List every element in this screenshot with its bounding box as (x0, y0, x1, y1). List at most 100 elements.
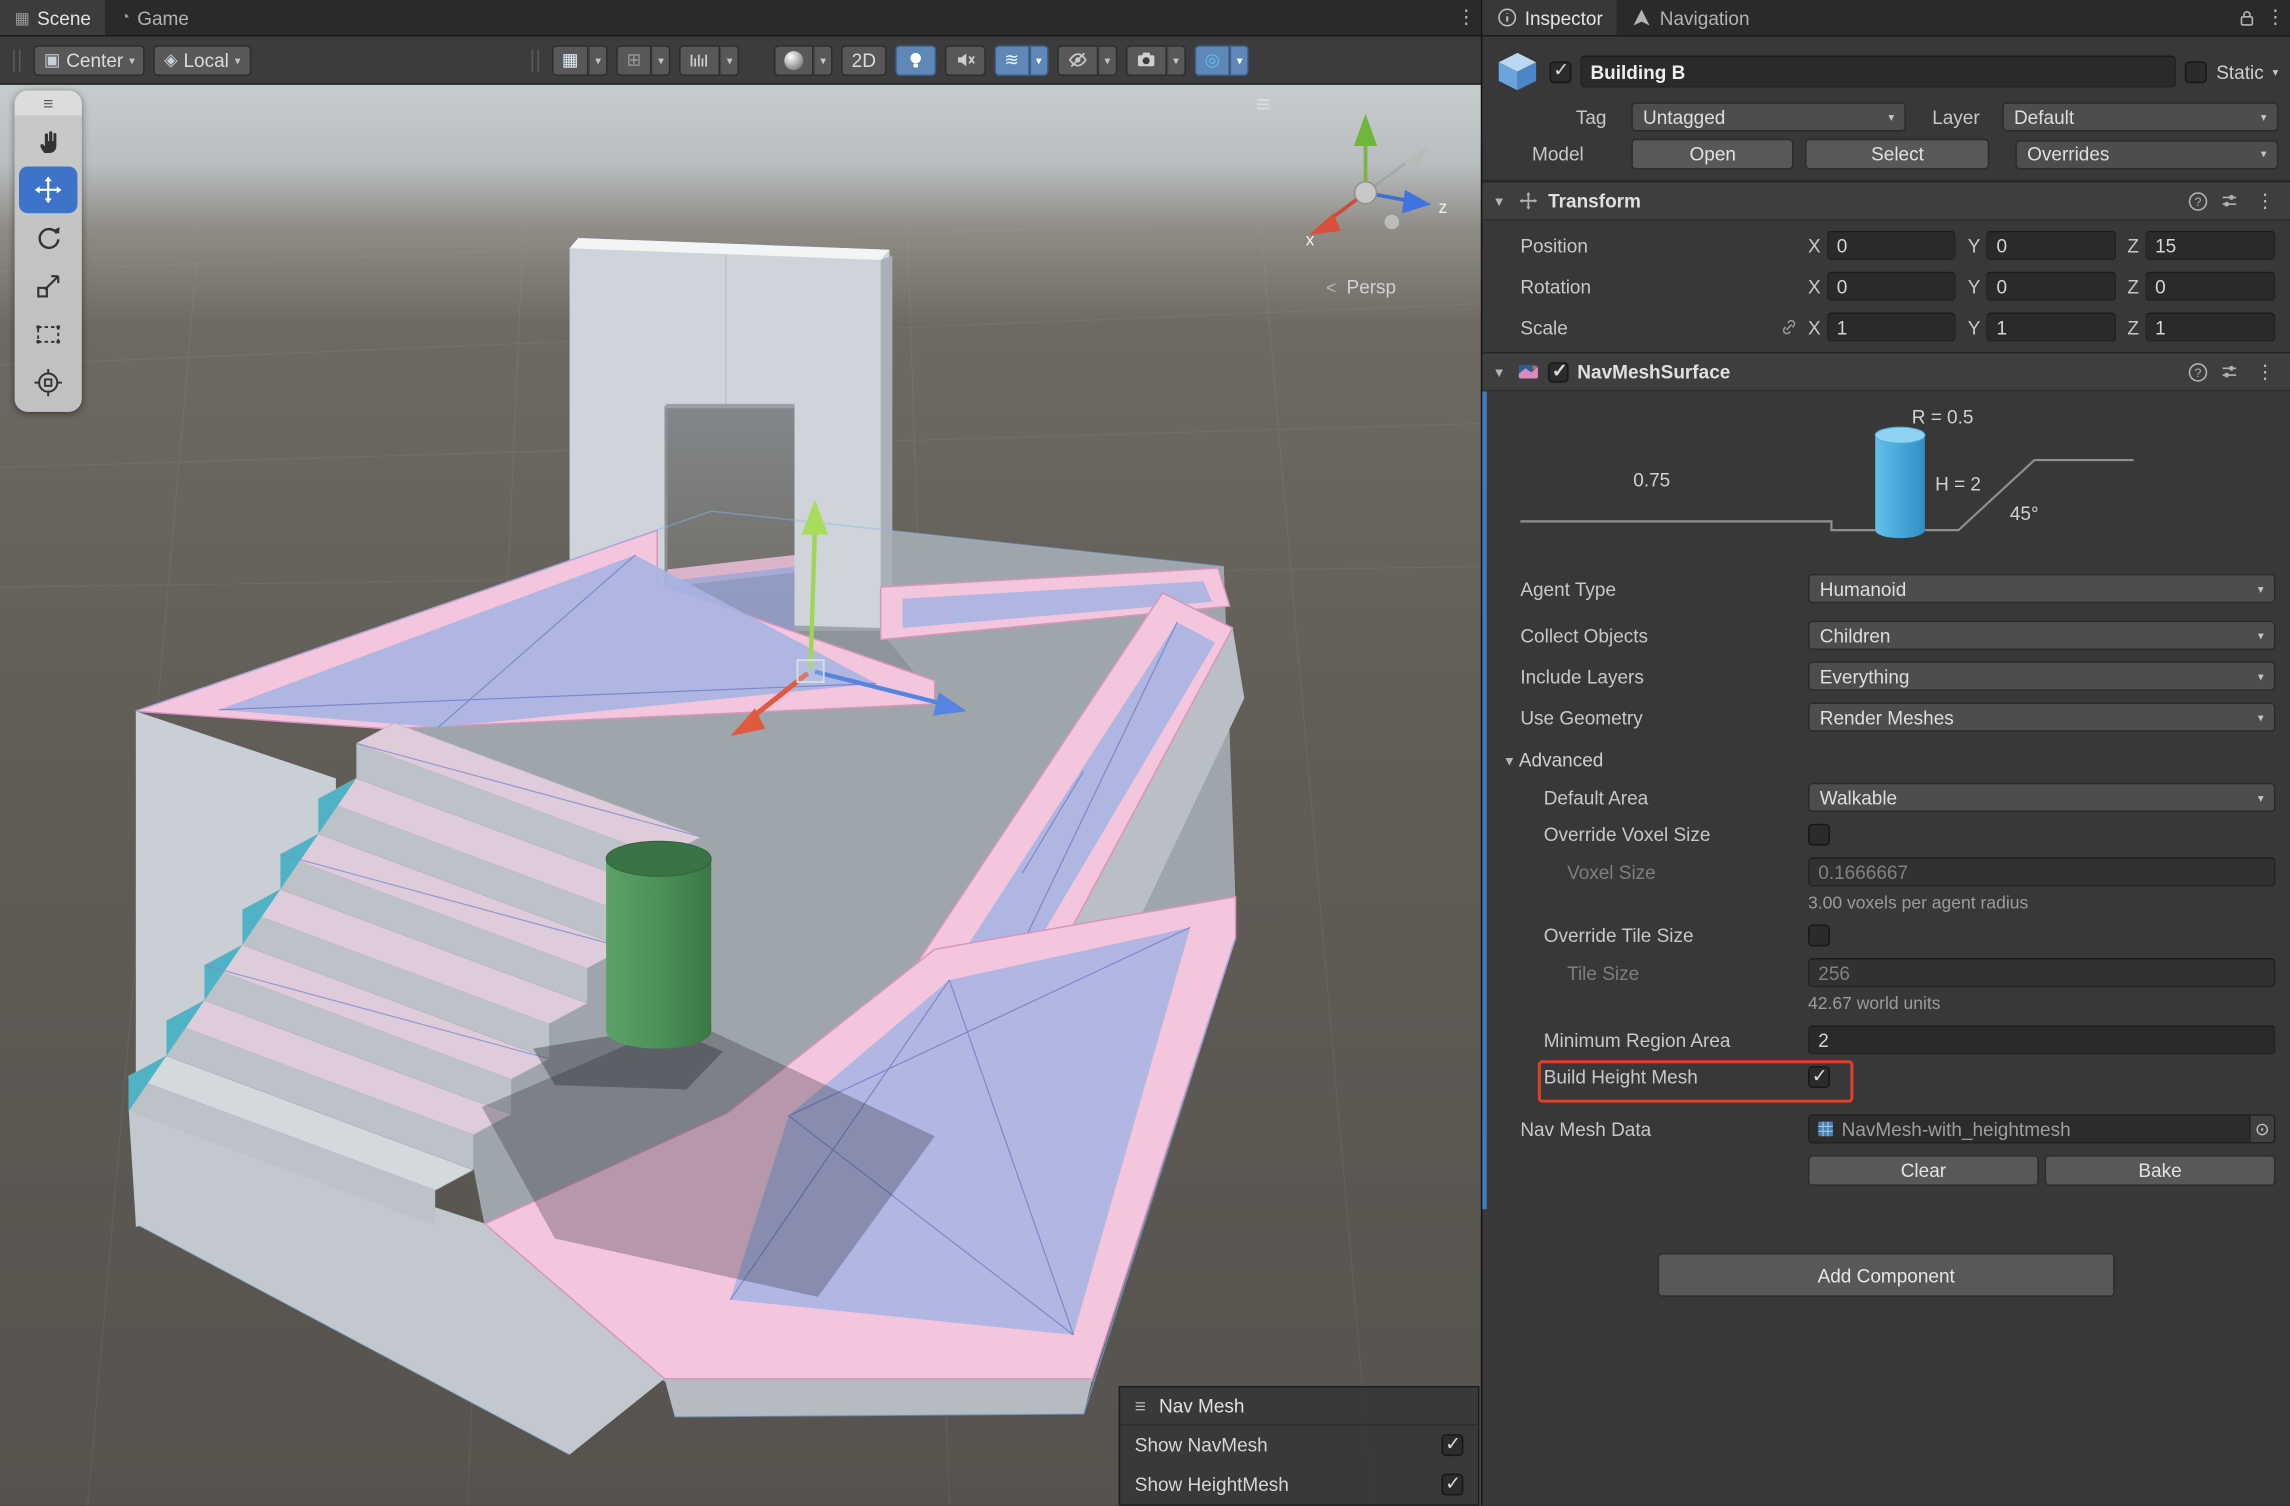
scene-lighting-button[interactable] (895, 45, 936, 76)
overrides-dropdown[interactable]: Overrides ▾ (2015, 139, 2278, 168)
tab-inspector[interactable]: Inspector (1482, 0, 1617, 35)
position-row: Position X0 Y0 Z15 (1482, 231, 2290, 260)
scale-x-field[interactable]: 1 (1827, 313, 1956, 342)
scale-tool[interactable] (19, 263, 77, 310)
snap-increment-caret[interactable]: ▾ (720, 45, 739, 76)
use-geometry-dropdown[interactable]: Render Meshes▾ (1808, 702, 2275, 731)
draw-mode-button[interactable] (774, 45, 813, 76)
front-wall-strip[interactable] (665, 1379, 1093, 1417)
transform-tool[interactable] (19, 359, 77, 406)
rotate-tool[interactable] (19, 215, 77, 262)
gizmo-center-handle[interactable] (797, 660, 823, 682)
pivot-mode-button[interactable]: ▣ Center ▾ (34, 45, 146, 76)
position-z-field[interactable]: 15 (2145, 231, 2276, 260)
help-icon[interactable]: ? (2188, 361, 2208, 381)
transform-header[interactable]: ▼ Transform ? ⋮ (1482, 181, 2290, 220)
scene-menu-kebab-icon[interactable]: ⋮ (1452, 0, 1481, 35)
nav-mesh-data-object-field[interactable]: NavMesh-with_heightmesh ⊙ (1808, 1114, 2275, 1143)
rect-tool[interactable] (19, 311, 77, 358)
persp-toggle-icon[interactable]: < (1326, 278, 1336, 298)
tab-game[interactable]: ◔ Game (106, 0, 204, 35)
presets-icon[interactable] (2220, 191, 2239, 210)
gizmo-z-axis[interactable] (1402, 190, 1431, 213)
scale-z-field[interactable]: 1 (2145, 313, 2276, 342)
draw-mode-caret[interactable]: ▾ (814, 45, 833, 76)
rotation-x-field[interactable]: 0 (1827, 272, 1956, 301)
snap-button[interactable]: ⊞ (616, 45, 651, 76)
scene-camera-caret[interactable]: ▾ (1167, 45, 1186, 76)
default-area-dropdown[interactable]: Walkable▾ (1808, 783, 2275, 812)
grid-visibility-button[interactable]: ▦ (552, 45, 589, 76)
move-tool[interactable] (19, 166, 77, 213)
view-hand-tool[interactable] (19, 118, 77, 165)
build-height-mesh-checkbox[interactable] (1808, 1066, 1830, 1088)
rotation-z-field[interactable]: 0 (2145, 272, 2276, 301)
override-voxel-size-checkbox[interactable] (1808, 824, 1830, 846)
object-picker-icon[interactable]: ⊙ (2249, 1116, 2274, 1142)
orientation-mode-button[interactable]: ◈ Local ▾ (154, 45, 251, 76)
scale-y-field[interactable]: 1 (1986, 313, 2115, 342)
rotation-y-field[interactable]: 0 (1986, 272, 2115, 301)
position-y-field[interactable]: 0 (1986, 231, 2115, 260)
show-navmesh-checkbox[interactable] (1441, 1434, 1463, 1456)
scene-visibility-button[interactable] (1057, 45, 1098, 76)
tag-dropdown[interactable]: Untagged ▾ (1631, 102, 1906, 131)
static-checkbox[interactable] (2186, 61, 2208, 83)
show-heightmesh-checkbox[interactable] (1441, 1474, 1463, 1496)
scene-effects-caret[interactable]: ▾ (1029, 45, 1048, 76)
layer-dropdown[interactable]: Default ▾ (2002, 102, 2278, 131)
minimum-region-area-field[interactable]: 2 (1808, 1025, 2275, 1054)
snap-increment-button[interactable] (679, 45, 720, 76)
add-component-button[interactable]: Add Component (1658, 1253, 2115, 1297)
override-tile-size-checkbox[interactable] (1808, 924, 1830, 946)
component-menu-kebab-icon[interactable]: ⋮ (2251, 189, 2280, 212)
component-enabled-checkbox[interactable] (1548, 361, 1568, 381)
2d-mode-button[interactable]: 2D (841, 45, 886, 76)
scene-effects-button[interactable]: ≋ (994, 45, 1029, 76)
help-icon[interactable]: ? (2188, 191, 2208, 211)
position-x-field[interactable]: 0 (1827, 231, 1956, 260)
bake-button[interactable]: Bake (2045, 1155, 2276, 1186)
snap-options-caret[interactable]: ▾ (652, 45, 671, 76)
clear-button[interactable]: Clear (1808, 1155, 2039, 1186)
collect-objects-dropdown[interactable]: Children▾ (1808, 621, 2275, 650)
orientation-gizmo[interactable]: x z < Persp (1253, 88, 1472, 307)
show-heightmesh-row: Show HeightMesh (1120, 1465, 1478, 1504)
persp-label[interactable]: Persp (1347, 278, 1397, 299)
foldout-icon[interactable]: ▼ (1493, 194, 1509, 209)
include-layers-row: Include Layers Everything▾ (1482, 662, 2290, 691)
scene-camera-button[interactable] (1126, 45, 1167, 76)
navmeshsurface-header[interactable]: ▼ NavMeshSurface ? ⋮ (1482, 352, 2290, 391)
agent-type-dropdown[interactable]: Humanoid▾ (1808, 574, 2275, 603)
gizmos-caret[interactable]: ▾ (1230, 45, 1249, 76)
tools-overlay-handle-icon[interactable]: ≡ (15, 91, 82, 116)
toolbar-drag-handle[interactable] (13, 49, 20, 71)
gizmo-y-axis[interactable] (1354, 114, 1377, 146)
tab-navigation[interactable]: Navigation (1617, 0, 1764, 35)
tab-scene[interactable]: ▦ Scene (0, 0, 106, 35)
static-dropdown-caret[interactable]: ▾ (2272, 65, 2278, 78)
model-open-button[interactable]: Open (1631, 139, 1794, 170)
model-select-button[interactable]: Select (1806, 139, 1989, 170)
gameobject-active-checkbox[interactable] (1550, 61, 1572, 83)
drag-handle-icon[interactable]: ≡ (1135, 1395, 1146, 1417)
gameobject-name-field[interactable]: Building B (1580, 55, 2177, 87)
agent-radius-label: R = 0.5 (1912, 408, 1974, 429)
inspector-menu-kebab-icon[interactable]: ⋮ (2261, 0, 2290, 35)
presets-icon[interactable] (2220, 362, 2239, 381)
foldout-icon[interactable]: ▼ (1493, 364, 1509, 379)
component-menu-kebab-icon[interactable]: ⋮ (2251, 360, 2280, 383)
gizmo-axis-gray[interactable] (1405, 146, 1428, 172)
lock-button[interactable] (2232, 0, 2261, 35)
green-cylinder[interactable] (606, 841, 711, 1048)
toolbar-drag-handle[interactable] (531, 49, 538, 71)
grid-options-caret[interactable]: ▾ (589, 45, 608, 76)
advanced-foldout[interactable]: ▼ Advanced (1482, 749, 2290, 771)
scale-link-icon[interactable] (1780, 318, 1798, 336)
scene-visibility-caret[interactable]: ▾ (1098, 45, 1117, 76)
model-prefab-icon[interactable] (1494, 48, 1541, 95)
gizmo-center-ball[interactable] (1355, 182, 1377, 204)
scene-audio-button[interactable] (945, 45, 986, 76)
gizmos-button[interactable]: ◎ (1194, 45, 1230, 76)
include-layers-dropdown[interactable]: Everything▾ (1808, 662, 2275, 691)
